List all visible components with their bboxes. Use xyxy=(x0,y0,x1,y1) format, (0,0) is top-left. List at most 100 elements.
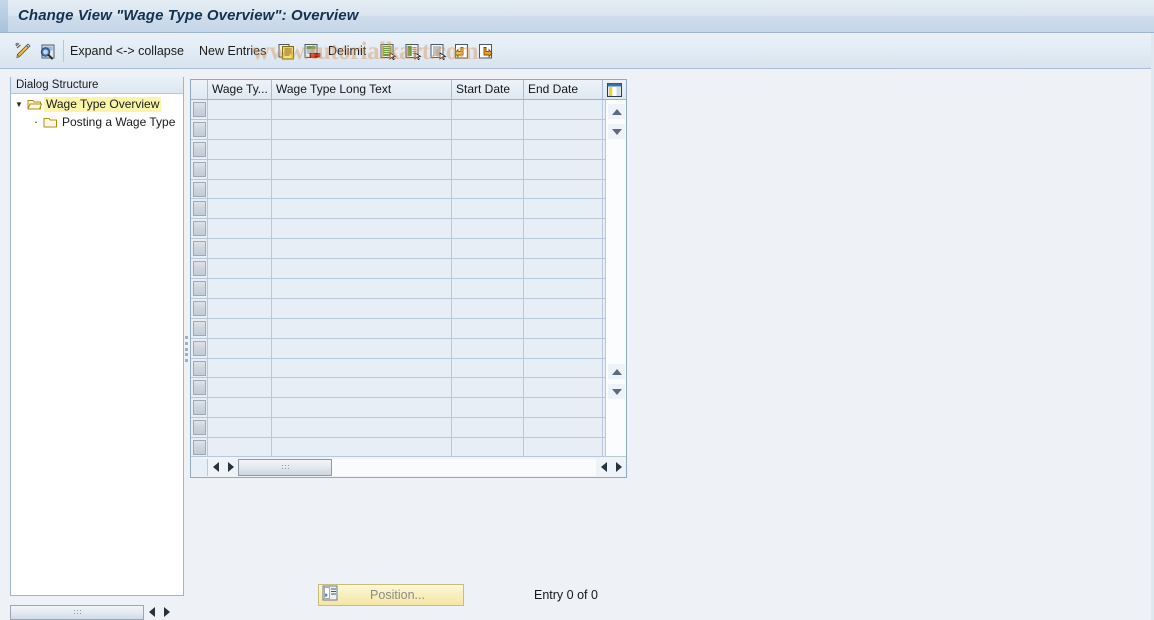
position-button[interactable]: Position... xyxy=(318,584,464,606)
chevron-down-icon[interactable]: ▼ xyxy=(11,100,27,109)
cell-start-date[interactable] xyxy=(452,199,524,219)
column-header-long-text[interactable]: Wage Type Long Text xyxy=(272,80,452,99)
cell-wage-type[interactable] xyxy=(208,318,272,338)
cell-long-text[interactable] xyxy=(272,179,452,199)
row-selector[interactable] xyxy=(191,239,208,259)
column-header-end-date[interactable]: End Date xyxy=(524,80,603,99)
deselect-all-icon[interactable] xyxy=(428,42,448,61)
cell-start-date[interactable] xyxy=(452,338,524,358)
cell-end-date[interactable] xyxy=(524,199,603,219)
cell-start-date[interactable] xyxy=(452,159,524,179)
cell-wage-type[interactable] xyxy=(208,159,272,179)
table-row[interactable] xyxy=(191,119,626,140)
scroll-down-icon[interactable] xyxy=(608,384,625,399)
pencil-edit-icon[interactable] xyxy=(14,42,33,61)
cell-wage-type[interactable] xyxy=(208,298,272,318)
tree-item-wage-type-overview[interactable]: ▼ Wage Type Overview xyxy=(11,95,183,113)
cell-start-date[interactable] xyxy=(452,100,524,119)
cell-end-date[interactable] xyxy=(524,358,603,378)
row-selector[interactable] xyxy=(191,219,208,239)
cell-end-date[interactable] xyxy=(524,159,603,179)
cell-end-date[interactable] xyxy=(524,259,603,279)
select-block-button[interactable] xyxy=(403,33,423,69)
table-row[interactable] xyxy=(191,239,626,260)
row-selector[interactable] xyxy=(191,318,208,338)
copy-as-button[interactable] xyxy=(277,33,297,69)
table-row[interactable] xyxy=(191,219,626,240)
sidebar-hscroll-track[interactable] xyxy=(10,604,144,620)
row-selector[interactable] xyxy=(191,259,208,279)
sidebar-horizontal-scrollbar[interactable] xyxy=(10,604,184,620)
cell-wage-type[interactable] xyxy=(208,398,272,418)
column-header-wage-type[interactable]: Wage Ty... xyxy=(208,80,272,99)
delimit-button[interactable]: Delimit xyxy=(328,33,366,69)
row-selector[interactable] xyxy=(191,199,208,219)
deselect-all-button[interactable] xyxy=(428,33,448,69)
cell-wage-type[interactable] xyxy=(208,259,272,279)
table-row[interactable] xyxy=(191,358,626,379)
cell-start-date[interactable] xyxy=(452,298,524,318)
cell-end-date[interactable] xyxy=(524,139,603,159)
cell-long-text[interactable] xyxy=(272,338,452,358)
row-selector[interactable] xyxy=(191,279,208,298)
select-all-icon[interactable] xyxy=(378,42,398,61)
scroll-down-icon[interactable] xyxy=(608,124,625,139)
column-settings-icon[interactable] xyxy=(603,80,625,99)
cell-wage-type[interactable] xyxy=(208,219,272,239)
row-selector[interactable] xyxy=(191,378,208,398)
cell-wage-type[interactable] xyxy=(208,139,272,159)
scroll-left-page-icon[interactable] xyxy=(223,458,238,476)
hscroll-track[interactable] xyxy=(238,458,596,476)
cell-end-date[interactable] xyxy=(524,279,603,298)
select-all-button[interactable] xyxy=(378,33,398,69)
cell-wage-type[interactable] xyxy=(208,119,272,139)
cell-long-text[interactable] xyxy=(272,199,452,219)
table-row[interactable] xyxy=(191,279,626,299)
cell-long-text[interactable] xyxy=(272,119,452,139)
table-vertical-scrollbar[interactable] xyxy=(605,100,626,458)
cell-end-date[interactable] xyxy=(524,239,603,259)
cell-long-text[interactable] xyxy=(272,219,452,239)
scroll-left-icon[interactable] xyxy=(208,458,223,476)
cell-end-date[interactable] xyxy=(524,100,603,119)
cell-wage-type[interactable] xyxy=(208,100,272,119)
cell-long-text[interactable] xyxy=(272,418,452,438)
table-row[interactable] xyxy=(191,318,626,339)
display-mode-button[interactable] xyxy=(38,33,57,69)
sidebar-scroll-left-icon[interactable] xyxy=(144,605,159,620)
next-entry-button[interactable] xyxy=(476,33,495,69)
row-selector[interactable] xyxy=(191,398,208,418)
select-block-icon[interactable] xyxy=(403,42,423,61)
cell-start-date[interactable] xyxy=(452,179,524,199)
cell-long-text[interactable] xyxy=(272,139,452,159)
delete-button[interactable] xyxy=(302,33,322,69)
cell-end-date[interactable] xyxy=(524,438,603,458)
cell-start-date[interactable] xyxy=(452,259,524,279)
row-selector[interactable] xyxy=(191,159,208,179)
cell-end-date[interactable] xyxy=(524,318,603,338)
cell-start-date[interactable] xyxy=(452,438,524,458)
cell-long-text[interactable] xyxy=(272,318,452,338)
cell-long-text[interactable] xyxy=(272,298,452,318)
table-row[interactable] xyxy=(191,398,626,419)
cell-end-date[interactable] xyxy=(524,398,603,418)
cell-wage-type[interactable] xyxy=(208,438,272,458)
cell-start-date[interactable] xyxy=(452,378,524,398)
previous-entry-icon[interactable] xyxy=(452,42,471,61)
scroll-right-icon[interactable] xyxy=(611,458,626,476)
cell-long-text[interactable] xyxy=(272,279,452,298)
row-selector[interactable] xyxy=(191,358,208,378)
cell-long-text[interactable] xyxy=(272,358,452,378)
cell-wage-type[interactable] xyxy=(208,179,272,199)
table-row[interactable] xyxy=(191,139,626,160)
cell-end-date[interactable] xyxy=(524,219,603,239)
new-entries-button[interactable]: New Entries xyxy=(199,33,266,69)
cell-end-date[interactable] xyxy=(524,378,603,398)
cell-end-date[interactable] xyxy=(524,418,603,438)
cell-wage-type[interactable] xyxy=(208,279,272,298)
cell-long-text[interactable] xyxy=(272,239,452,259)
cell-wage-type[interactable] xyxy=(208,199,272,219)
row-selector[interactable] xyxy=(191,438,208,458)
table-row[interactable] xyxy=(191,199,626,220)
table-row[interactable] xyxy=(191,338,626,359)
